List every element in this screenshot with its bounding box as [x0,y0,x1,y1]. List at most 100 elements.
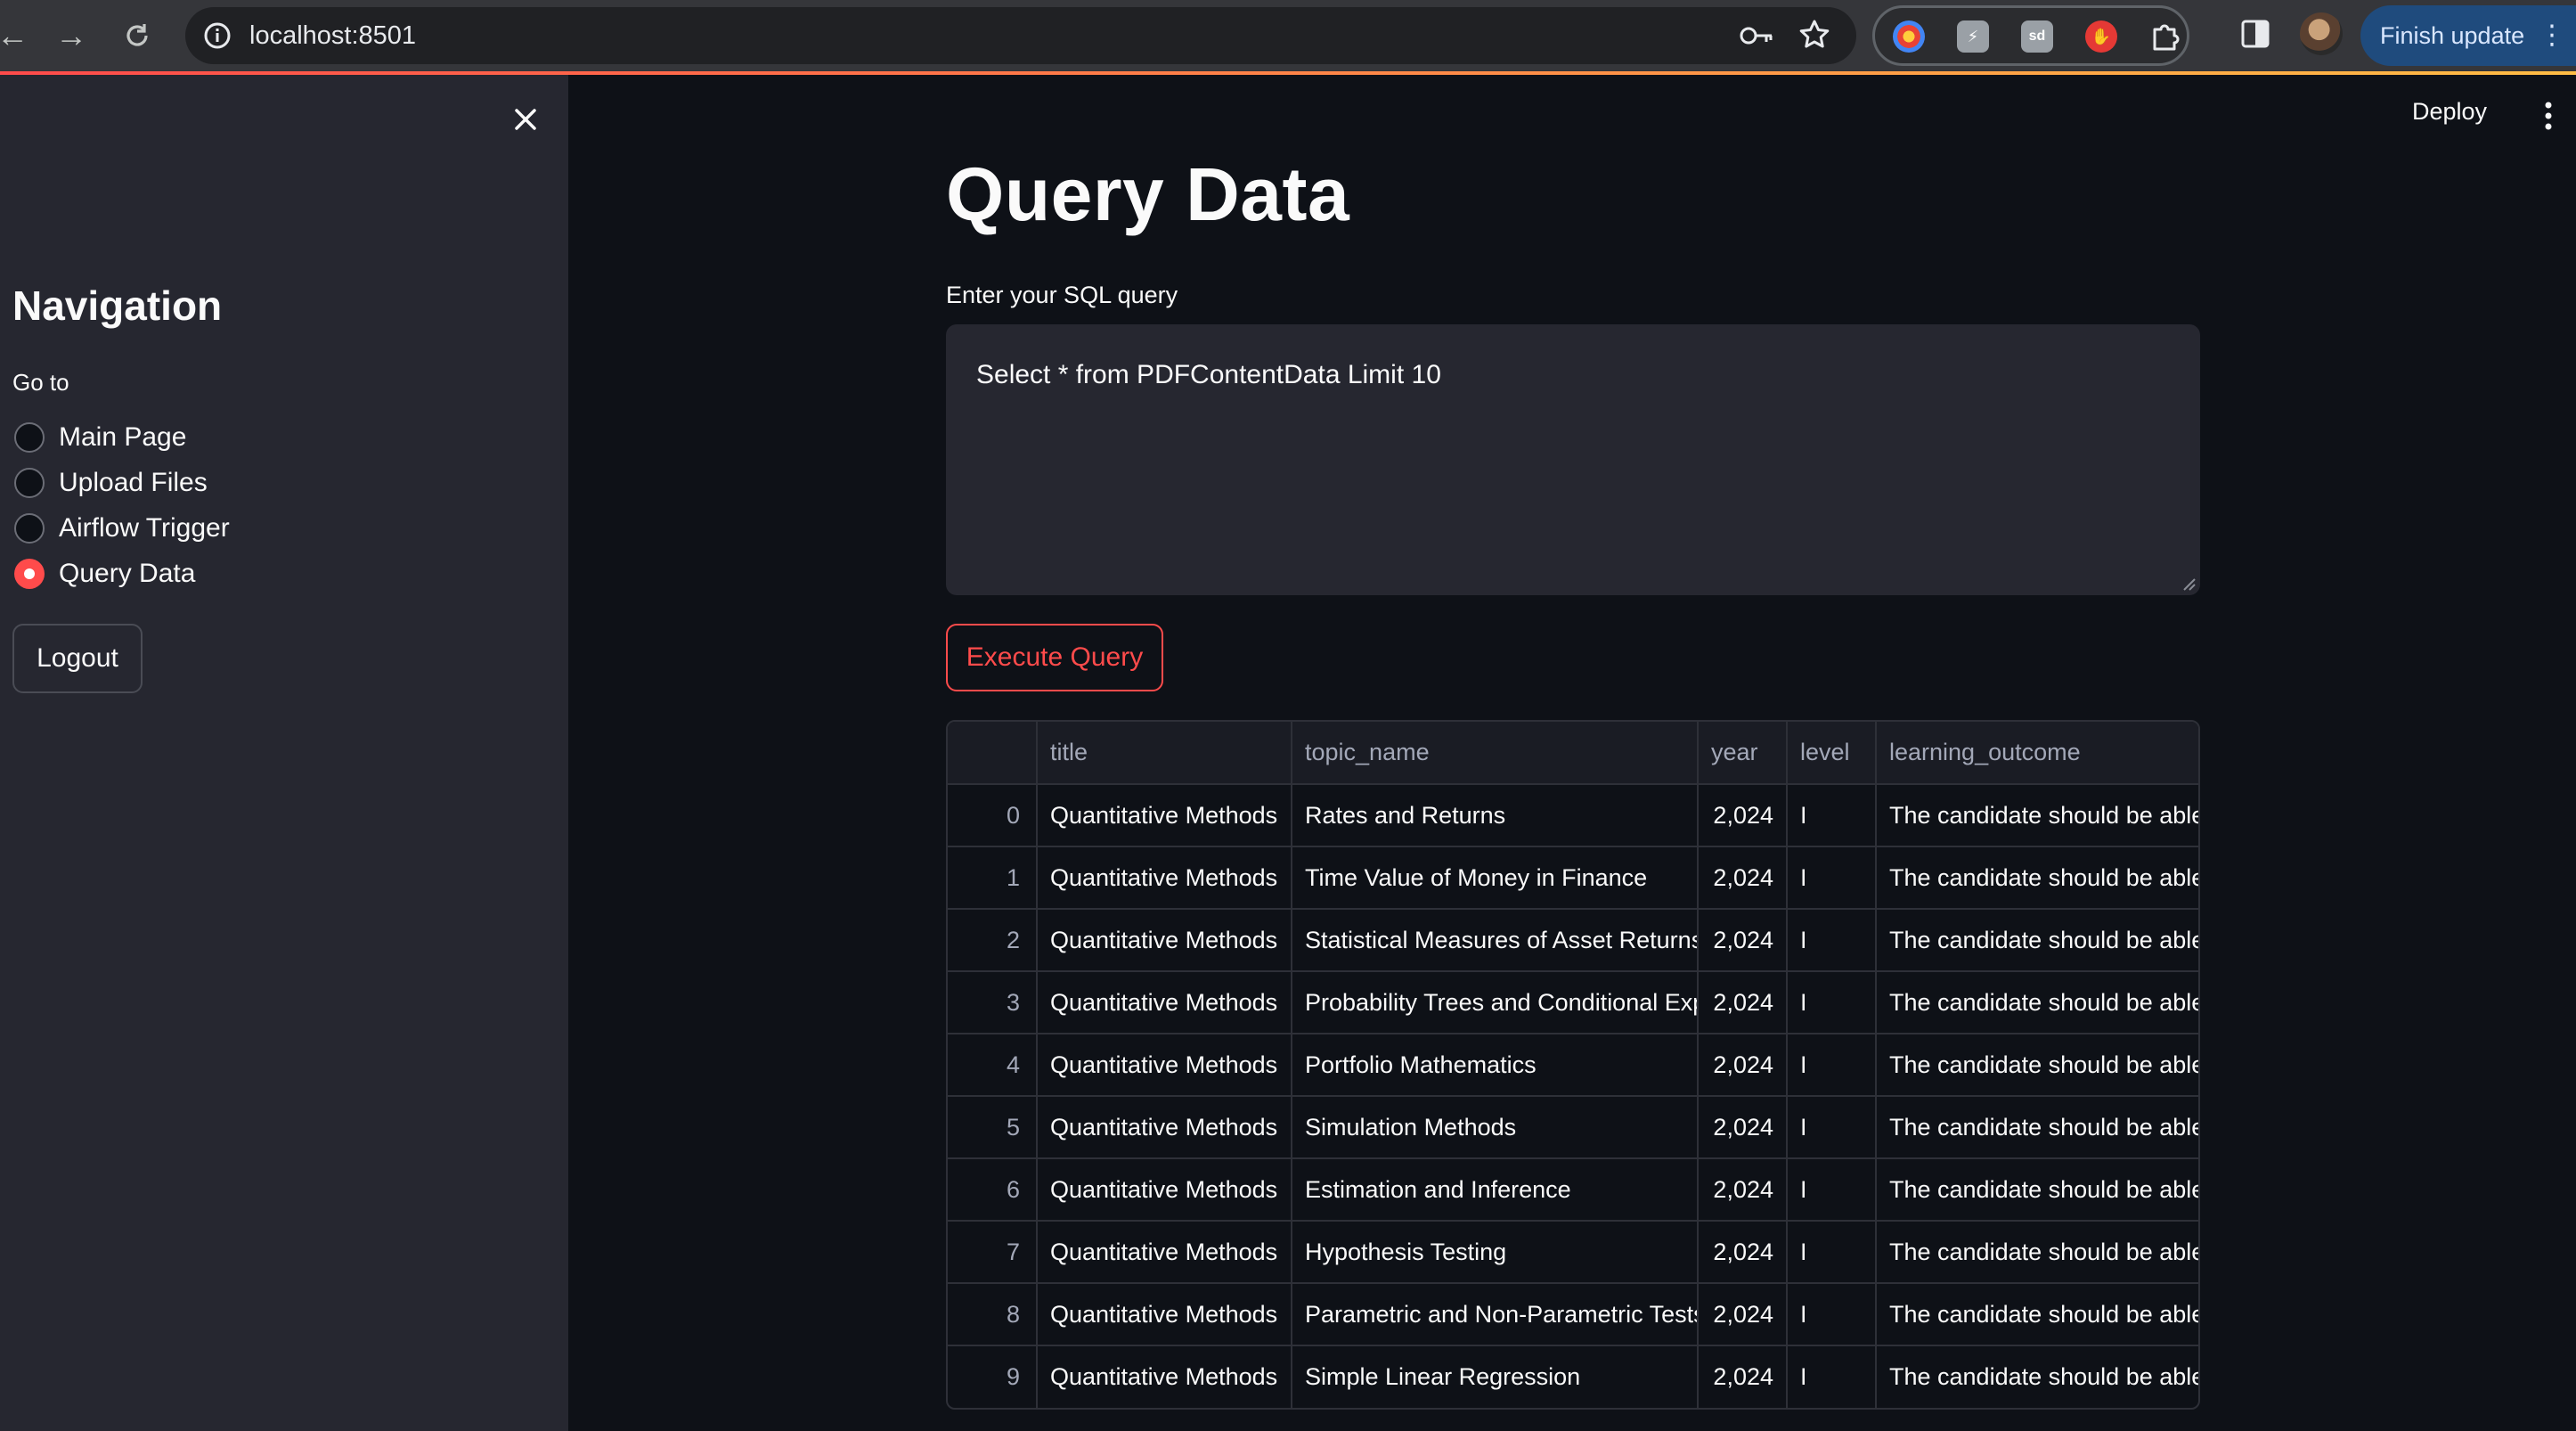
cell-topic-name[interactable]: Simple Linear Regression [1292,1345,1699,1408]
column-header-level[interactable]: level [1787,722,1877,785]
cell-topic-name[interactable]: Rates and Returns [1292,784,1699,847]
cell-learning-outcome[interactable]: The candidate should be able [1876,784,2198,847]
cell-year[interactable]: 2,024 [1698,1345,1788,1408]
cell-level[interactable]: I [1787,909,1877,972]
column-header-title[interactable]: title [1037,722,1292,785]
execute-query-button[interactable]: Execute Query [946,624,1163,691]
column-header-topic-name[interactable]: topic_name [1292,722,1699,785]
cell-level[interactable]: I [1787,784,1877,847]
sql-query-textarea[interactable]: Select * from PDFContentData Limit 10 [946,324,2200,595]
cell-topic-name[interactable]: Portfolio Mathematics [1292,1034,1699,1097]
radio-circle[interactable] [14,468,45,498]
sd-ext-icon[interactable]: sd [2021,20,2053,53]
radio-query-data[interactable]: Query Data [14,552,195,596]
cell-title[interactable]: Quantitative Methods [1037,971,1292,1034]
cell-learning-outcome[interactable]: The candidate should be able [1876,846,2198,910]
cell-level[interactable]: I [1787,1096,1877,1159]
url-text[interactable]: localhost:8501 [249,20,416,52]
password-key-icon[interactable] [1739,20,1774,52]
row-index[interactable]: 5 [948,1096,1038,1159]
radio-circle-selected[interactable] [14,559,45,589]
cell-year[interactable]: 2,024 [1698,909,1788,972]
note-ext-icon[interactable]: ⚡ [1957,20,1989,53]
cell-level[interactable]: I [1787,971,1877,1034]
cell-year[interactable]: 2,024 [1698,1158,1788,1222]
cell-learning-outcome[interactable]: The candidate should be able [1876,1034,2198,1097]
cell-title[interactable]: Quantitative Methods [1037,1345,1292,1408]
logout-button[interactable]: Logout [12,624,143,693]
cell-topic-name[interactable]: Statistical Measures of Asset Returns [1292,909,1699,972]
cell-topic-name[interactable]: Simulation Methods [1292,1096,1699,1159]
row-index[interactable]: 6 [948,1158,1038,1222]
row-index[interactable]: 0 [948,784,1038,847]
cell-learning-outcome[interactable]: The candidate should be able [1876,1096,2198,1159]
cell-level[interactable]: I [1787,1283,1877,1346]
cell-topic-name[interactable]: Parametric and Non-Parametric Tests [1292,1283,1699,1346]
profile-avatar[interactable] [2300,12,2343,55]
close-sidebar-icon[interactable] [508,102,543,137]
cell-level[interactable]: I [1787,846,1877,910]
row-index[interactable]: 7 [948,1221,1038,1284]
cell-learning-outcome[interactable]: The candidate should be able [1876,971,2198,1034]
radio-main-page[interactable]: Main Page [14,415,186,460]
cell-title[interactable]: Quantitative Methods [1037,846,1292,910]
cell-level[interactable]: I [1787,1221,1877,1284]
cell-title[interactable]: Quantitative Methods [1037,1096,1292,1159]
cell-year[interactable]: 2,024 [1698,1221,1788,1284]
cell-level[interactable]: I [1787,1034,1877,1097]
radio-circle[interactable] [14,513,45,544]
cell-year[interactable]: 2,024 [1698,1034,1788,1097]
row-index[interactable]: 9 [948,1345,1038,1408]
reload-icon[interactable] [114,12,160,59]
bookmark-star-icon[interactable] [1797,18,1831,52]
cell-title[interactable]: Quantitative Methods [1037,909,1292,972]
column-header-year[interactable]: year [1698,722,1788,785]
cell-year[interactable]: 2,024 [1698,784,1788,847]
sql-query-text[interactable]: Select * from PDFContentData Limit 10 [976,360,1441,390]
cell-topic-name[interactable]: Probability Trees and Conditional Exp [1292,971,1699,1034]
forward-icon[interactable]: → [48,12,94,59]
cell-level[interactable]: I [1787,1158,1877,1222]
site-info-icon[interactable] [201,20,233,52]
cell-title[interactable]: Quantitative Methods [1037,1221,1292,1284]
cell-year[interactable]: 2,024 [1698,1096,1788,1159]
side-panel-icon[interactable] [2238,16,2273,52]
cell-title[interactable]: Quantitative Methods [1037,1283,1292,1346]
cell-level[interactable]: I [1787,1345,1877,1408]
radio-airflow-trigger[interactable]: Airflow Trigger [14,506,230,551]
cell-title[interactable]: Quantitative Methods [1037,1158,1292,1222]
cell-topic-name[interactable]: Estimation and Inference [1292,1158,1699,1222]
address-bar[interactable]: localhost:8501 [185,7,1856,64]
cell-year[interactable]: 2,024 [1698,971,1788,1034]
cell-title[interactable]: Quantitative Methods [1037,1034,1292,1097]
cell-topic-name[interactable]: Time Value of Money in Finance [1292,846,1699,910]
row-index[interactable]: 4 [948,1034,1038,1097]
cell-year[interactable]: 2,024 [1698,846,1788,910]
cell-title[interactable]: Quantitative Methods [1037,784,1292,847]
cell-learning-outcome[interactable]: The candidate should be able [1876,1158,2198,1222]
cell-learning-outcome[interactable]: The candidate should be able [1876,1345,2198,1408]
radio-upload-files[interactable]: Upload Files [14,461,208,505]
deploy-button[interactable]: Deploy [2412,98,2487,126]
chromium-ext-icon[interactable] [1893,20,1925,53]
column-header-index[interactable] [948,722,1038,785]
back-icon[interactable]: ← [0,12,36,59]
finish-update-button[interactable]: Finish update ⋮ [2360,5,2576,66]
cell-year[interactable]: 2,024 [1698,1283,1788,1346]
stop-ext-icon[interactable]: ✋ [2085,20,2117,53]
results-table[interactable]: title topic_name year level learning_out… [946,720,2200,1410]
puzzle-icon[interactable] [2149,20,2181,53]
cell-learning-outcome[interactable]: The candidate should be able [1876,1283,2198,1346]
radio-circle[interactable] [14,422,45,453]
resize-handle-icon[interactable] [2181,576,2197,592]
row-index[interactable]: 1 [948,846,1038,910]
row-index[interactable]: 3 [948,971,1038,1034]
cell-learning-outcome[interactable]: The candidate should be able [1876,1221,2198,1284]
browser-menu-icon[interactable]: ⋮ [2539,5,2565,66]
cell-learning-outcome[interactable]: The candidate should be able [1876,909,2198,972]
cell-topic-name[interactable]: Hypothesis Testing [1292,1221,1699,1284]
main-menu-icon[interactable] [2535,98,2562,134]
row-index[interactable]: 2 [948,909,1038,972]
column-header-learning-outcome[interactable]: learning_outcome [1876,722,2198,785]
row-index[interactable]: 8 [948,1283,1038,1346]
